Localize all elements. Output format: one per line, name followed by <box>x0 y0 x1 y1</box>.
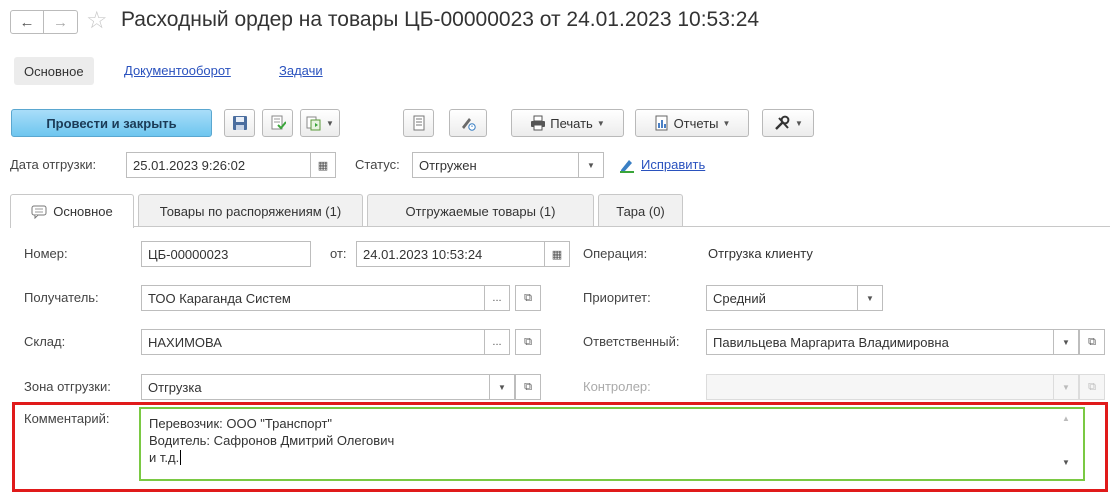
scroll-up-icon[interactable]: ▲ <box>1062 414 1070 423</box>
inner-tab-main[interactable]: Основное <box>10 194 134 228</box>
controller-open-button: ⧉ <box>1079 374 1105 400</box>
recipient-label: Получатель: <box>24 290 99 305</box>
comment-icon <box>31 205 47 219</box>
priority-dropdown-button[interactable]: ▼ <box>857 285 883 311</box>
dropdown-caret-icon: ▼ <box>596 118 605 128</box>
warehouse-field[interactable]: НАХИМОВА <box>141 329 485 355</box>
operation-label: Операция: <box>583 246 648 261</box>
report-icon <box>655 115 668 131</box>
comment-label: Комментарий: <box>24 411 110 426</box>
recipient-select-button[interactable]: ... <box>484 285 510 311</box>
calendar-button[interactable]: ▦ <box>310 152 336 178</box>
warehouse-select-button[interactable]: ... <box>484 329 510 355</box>
tools-icon <box>775 115 790 130</box>
controller-label: Контролер: <box>583 379 651 394</box>
controller-field <box>706 374 1054 400</box>
inner-tab-orders[interactable]: Товары по распоряжениям (1) <box>138 194 363 227</box>
edit-icon[interactable] <box>619 157 635 173</box>
zone-field[interactable]: Отгрузка <box>141 374 490 400</box>
operation-value: Отгрузка клиенту <box>708 246 813 261</box>
responsible-open-button[interactable]: ⧉ <box>1079 329 1105 355</box>
forward-button[interactable]: → <box>44 10 78 34</box>
chevron-down-icon: ▼ <box>587 160 595 170</box>
printer-icon <box>531 115 546 131</box>
zone-open-button[interactable]: ⧉ <box>515 374 541 400</box>
doc-date-calendar-button[interactable]: ▦ <box>544 241 570 267</box>
post-button[interactable] <box>262 109 293 137</box>
inner-tab-shipped-goods[interactable]: Отгружаемые товары (1) <box>367 194 594 227</box>
status-dropdown-button[interactable]: ▼ <box>578 152 604 178</box>
chevron-down-icon: ▼ <box>498 382 506 392</box>
dropdown-caret-icon: ▼ <box>722 118 731 128</box>
print-label: Печать <box>550 115 593 131</box>
comment-line: и т.д. <box>149 450 182 465</box>
scroll-down-icon[interactable]: ▼ <box>1062 458 1070 467</box>
recipient-open-button[interactable]: ⧉ <box>515 285 541 311</box>
responsible-dropdown-button[interactable]: ▼ <box>1053 329 1079 355</box>
pen-clock-icon <box>462 118 476 131</box>
chevron-down-icon: ▼ <box>1062 382 1070 392</box>
create-based-on-button[interactable]: ▼ <box>300 109 340 137</box>
reports-button[interactable]: Отчеты ▼ <box>635 109 749 137</box>
comment-textarea[interactable]: Перевозчик: ООО "Транспорт" Водитель: Са… <box>139 407 1085 481</box>
edit-history-button[interactable] <box>449 109 487 137</box>
save-icon <box>232 116 247 130</box>
shipment-date-field[interactable]: 25.01.2023 9:26:02 <box>126 152 311 178</box>
tab-tasks[interactable]: Задачи <box>279 63 323 78</box>
chevron-down-icon: ▼ <box>866 293 874 303</box>
warehouse-open-button[interactable]: ⧉ <box>515 329 541 355</box>
priority-label: Приоритет: <box>583 290 651 305</box>
inner-tab-containers[interactable]: Тара (0) <box>598 194 683 227</box>
comment-line: Водитель: Сафронов Дмитрий Олегович <box>149 433 395 448</box>
back-button[interactable]: ← <box>10 10 44 34</box>
dropdown-caret-icon: ▼ <box>326 118 334 128</box>
priority-field[interactable]: Средний <box>706 285 858 311</box>
chevron-down-icon: ▼ <box>1062 337 1070 347</box>
number-field[interactable]: ЦБ-00000023 <box>141 241 311 267</box>
from-label: от: <box>330 246 347 261</box>
page-title: Расходный ордер на товары ЦБ-00000023 от… <box>121 8 760 31</box>
comment-line: Перевозчик: ООО "Транспорт" <box>149 416 333 431</box>
zone-label: Зона отгрузки: <box>24 379 111 394</box>
controller-dropdown-button: ▼ <box>1053 374 1079 400</box>
dropdown-caret-icon: ▼ <box>795 118 803 128</box>
recipient-field[interactable]: ТОО Караганда Систем <box>141 285 485 311</box>
responsible-field[interactable]: Павильцева Маргарита Владимировна <box>706 329 1054 355</box>
tab-docflow[interactable]: Документооборот <box>124 63 231 78</box>
inner-tab-label: Основное <box>53 204 113 219</box>
status-label: Статус: <box>355 157 400 172</box>
save-button[interactable] <box>224 109 255 137</box>
post-document-icon <box>271 115 286 130</box>
warehouse-label: Склад: <box>24 334 66 349</box>
number-label: Номер: <box>24 246 68 261</box>
status-field[interactable]: Отгружен <box>412 152 579 178</box>
reports-label: Отчеты <box>673 115 719 131</box>
structure-button[interactable] <box>403 109 434 137</box>
responsible-label: Ответственный: <box>583 334 680 349</box>
favorite-star-icon[interactable]: ☆ <box>86 6 108 35</box>
zone-dropdown-button[interactable]: ▼ <box>489 374 515 400</box>
tab-main[interactable]: Основное <box>14 57 94 85</box>
print-button[interactable]: Печать ▼ <box>511 109 624 137</box>
more-tools-button[interactable]: ▼ <box>762 109 814 137</box>
post-and-close-button[interactable]: Провести и закрыть <box>11 109 212 137</box>
tab-divider <box>10 226 1110 227</box>
fix-link[interactable]: Исправить <box>641 157 705 172</box>
document-list-icon <box>413 115 424 131</box>
doc-date-field[interactable]: 24.01.2023 10:53:24 <box>356 241 545 267</box>
shipment-date-label: Дата отгрузки: <box>10 157 97 172</box>
create-based-on-icon <box>306 116 321 131</box>
